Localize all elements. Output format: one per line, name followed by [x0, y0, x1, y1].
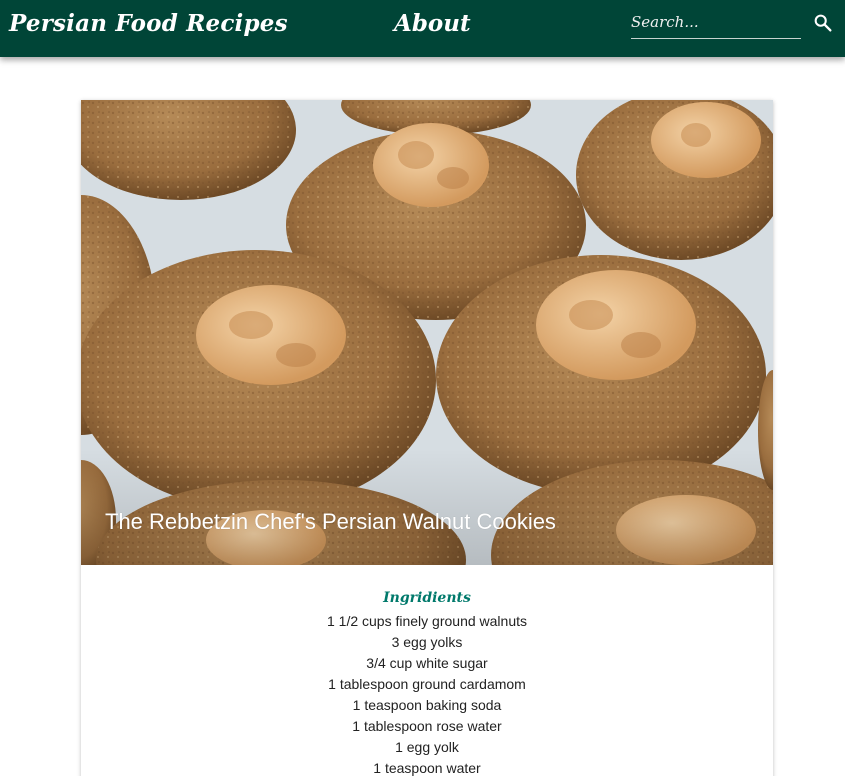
ingredients-list: 1 1/2 cups finely ground walnuts 3 egg y…: [81, 611, 773, 776]
recipe-title: The Rebbetzin Chef's Persian Walnut Cook…: [105, 509, 556, 534]
ingredient-item: 3 egg yolks: [391, 634, 463, 650]
top-navbar: Persian Food Recipes About: [0, 0, 845, 57]
ingredient-item: 1 teaspoon water: [373, 760, 481, 776]
ingredient-item: 1 teaspoon baking soda: [352, 697, 502, 713]
search-icon[interactable]: [812, 12, 834, 34]
recipe-card: The Rebbetzin Chef's Persian Walnut Cook…: [81, 100, 773, 776]
ingredient-item: 1 tablespoon rose water: [352, 718, 502, 734]
search-input[interactable]: [631, 5, 801, 39]
brand-link[interactable]: Persian Food Recipes: [9, 10, 288, 37]
ingredient-item: 3/4 cup white sugar: [366, 655, 488, 671]
ingredient-item: 1 egg yolk: [395, 739, 459, 755]
ingredient-item: 1 1/2 cups finely ground walnuts: [326, 613, 527, 629]
nav-about-link[interactable]: About: [394, 10, 471, 37]
recipe-image: The Rebbetzin Chef's Persian Walnut Cook…: [81, 100, 773, 565]
ingredients-heading: Ingridients: [383, 590, 471, 606]
ingredient-item: 1 tablespoon ground cardamom: [328, 676, 526, 692]
